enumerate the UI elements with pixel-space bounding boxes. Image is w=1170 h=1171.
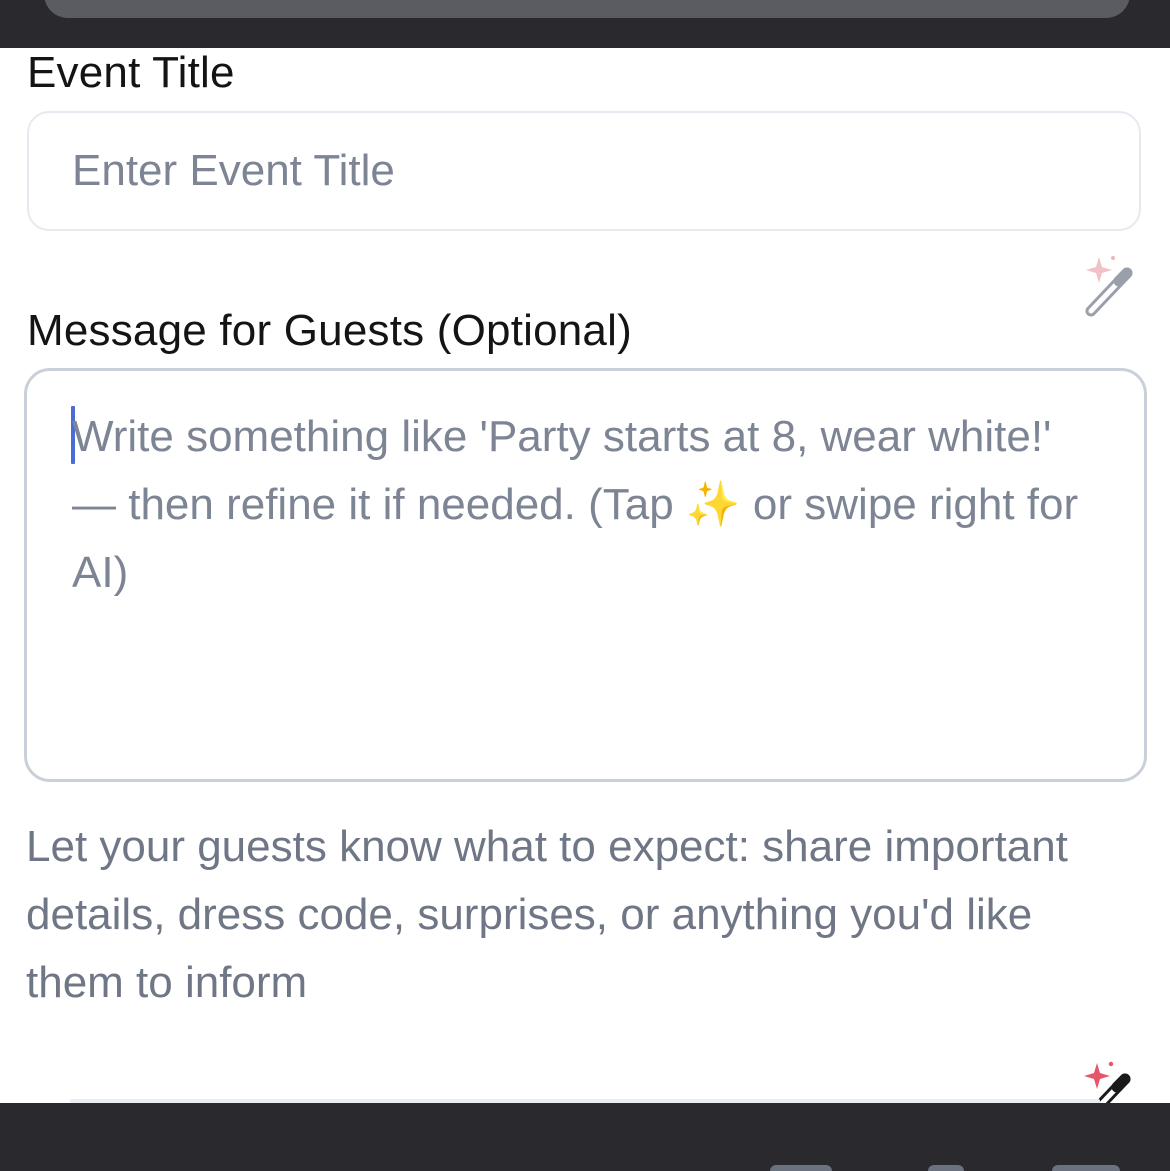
message-helper-text: Let your guests know what to expect: sha… [26,822,1068,1007]
event-title-input[interactable] [29,113,1139,229]
bottom-bar [0,1099,1170,1171]
event-form-screen: Event Title Message for Guests (Optional… [0,0,1170,1171]
top-search-pill[interactable] [44,0,1130,18]
bottom-tab-hint[interactable] [770,1165,832,1171]
message-label: Message for Guests (Optional) [27,306,632,355]
bottom-tab-hint[interactable] [1052,1165,1120,1171]
magic-wand-icon[interactable] [1073,251,1145,323]
message-textarea[interactable]: Write something like 'Party starts at 8,… [24,368,1147,1123]
bottom-tab-hint[interactable] [928,1165,964,1171]
divider [70,1099,1100,1103]
event-title-field[interactable] [27,111,1141,317]
message-placeholder: Write something like 'Party starts at 8,… [72,412,1079,597]
event-title-label: Event Title [27,48,235,97]
top-toolbar [0,0,1170,48]
